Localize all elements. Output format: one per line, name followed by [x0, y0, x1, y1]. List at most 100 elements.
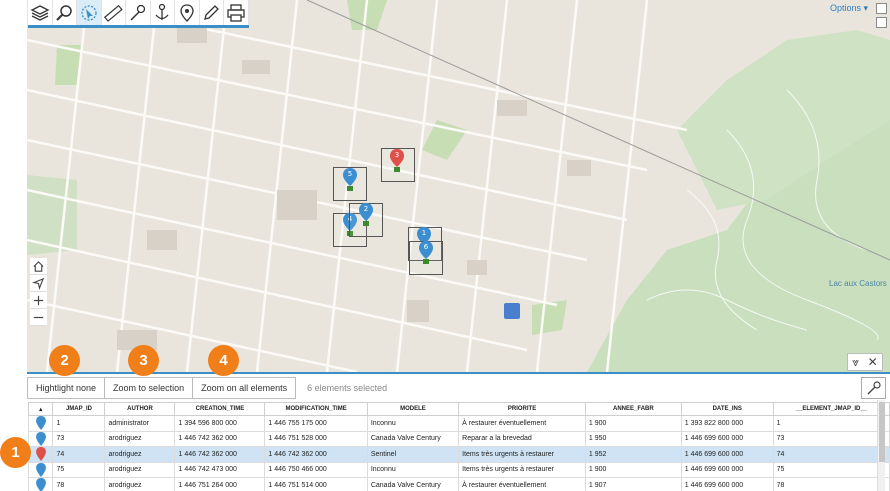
table-row[interactable]: 75 arodriguez 1 446 742 473 000 1 446 750 4… — [27, 461, 890, 478]
print-icon[interactable] — [224, 0, 249, 25]
table-cell: À restaurer éventuellement — [458, 477, 586, 491]
table-row[interactable]: 78 arodriguez 1 446 751 264 000 1 446 751 5… — [27, 477, 890, 491]
close-icon[interactable]: ✕ — [868, 355, 878, 369]
table-cell: 75 — [52, 461, 106, 478]
table-cell: Canada Valve Century — [366, 430, 460, 447]
marker-label: 2 — [363, 205, 369, 213]
col-author[interactable]: AUTHOR — [104, 402, 176, 416]
hydrant-marker-6[interactable]: 6 — [419, 241, 433, 265]
highlight-none-button[interactable]: Hightlight none — [27, 377, 106, 399]
selection-count: 6 elements selected — [307, 383, 388, 393]
table-cell: 1 446 751 264 000 — [174, 477, 266, 491]
marker-label: 6 — [423, 243, 429, 251]
col-annee-fabr[interactable]: ANNEE_FABR — [584, 402, 682, 416]
expand-icon[interactable] — [876, 3, 887, 14]
table-cell: 1 900 — [584, 415, 682, 432]
collapse-icon[interactable] — [876, 17, 887, 28]
col-creation-time[interactable]: CREATION_TIME — [174, 402, 266, 416]
table-cell: arodriguez — [104, 446, 176, 463]
table-cell: 1 446 699 600 000 — [680, 430, 774, 447]
table-cell: 78 — [52, 477, 106, 491]
layers-icon[interactable] — [28, 0, 53, 25]
table-scrollbar[interactable] — [877, 400, 885, 491]
col-date-ins[interactable]: DATE_INS — [680, 402, 774, 416]
table-cell: 1 446 751 514 000 — [264, 477, 368, 491]
locate-icon[interactable] — [30, 275, 47, 292]
table-cell: 1 393 822 800 000 — [680, 415, 774, 432]
table-row[interactable]: 1 administrator 1 394 596 800 000 1 446 755… — [27, 415, 890, 432]
table-cell: 1 446 699 600 000 — [680, 477, 774, 491]
row-marker-icon — [27, 446, 54, 463]
zoom-to-selection-button[interactable]: Zoom to selection — [104, 377, 194, 399]
table-cell: 1 — [52, 415, 106, 432]
row-marker-icon — [27, 477, 54, 491]
marker-label: 3 — [394, 151, 400, 159]
select-icon[interactable] — [77, 0, 102, 25]
search-icon[interactable] — [53, 0, 77, 25]
table-cell: 78 — [772, 477, 890, 491]
home-icon[interactable] — [30, 258, 47, 275]
table-cell: Items très urgents à restaurer — [458, 446, 586, 463]
table-cell: Inconnu — [366, 415, 460, 432]
sort-icon[interactable]: ▴ — [27, 402, 54, 416]
location-icon[interactable] — [175, 0, 200, 25]
map-basemap — [27, 0, 890, 372]
table-cell: 1 446 755 175 000 — [264, 415, 368, 432]
zoom-in-icon[interactable] — [30, 292, 47, 309]
table-cell: arodriguez — [104, 461, 176, 478]
measure-icon[interactable] — [102, 0, 126, 25]
marker-label: 5 — [347, 170, 353, 178]
table-cell: 1 446 742 362 000 — [174, 430, 266, 447]
col-modification-time[interactable]: MODIFICATION_TIME — [264, 402, 368, 416]
row-marker-icon — [27, 461, 54, 478]
anchor-icon[interactable] — [151, 0, 175, 25]
table-cell: 73 — [52, 430, 106, 447]
poi-icon[interactable] — [504, 303, 520, 319]
table-cell: 1 900 — [584, 461, 682, 478]
zoom-all-button[interactable]: Zoom on all elements — [192, 377, 297, 399]
row-marker-icon — [27, 415, 54, 432]
table-cell: 74 — [772, 446, 890, 463]
hydrant-marker-3[interactable]: 3 — [390, 149, 404, 173]
callout-2: 2 — [49, 345, 80, 376]
options-menu[interactable]: Options ▾ — [830, 3, 868, 14]
pick-icon[interactable] — [126, 0, 151, 25]
attribute-table: ▴ JMAP_ID AUTHOR CREATION_TIME MODIFICAT… — [27, 402, 890, 491]
table-cell: 1 446 742 473 000 — [174, 461, 266, 478]
table-cell: Canada Valve Century — [366, 477, 460, 491]
table-cell: 1 446 742 362 000 — [174, 446, 266, 463]
table-cell: Items très urgents à restaurer — [458, 461, 586, 478]
pick-tool-icon[interactable] — [861, 377, 886, 399]
zoom-out-icon[interactable] — [30, 309, 47, 326]
hydrant-marker-2[interactable]: 2 — [359, 203, 373, 227]
col-jmap-id[interactable]: JMAP_ID — [52, 402, 106, 416]
table-row[interactable]: 73 arodriguez 1 446 742 362 000 1 446 751 5… — [27, 430, 890, 447]
table-cell: 1 950 — [584, 430, 682, 447]
col-modele[interactable]: MODELE — [366, 402, 460, 416]
map-toolbar — [28, 0, 249, 28]
map-navigation — [30, 258, 47, 326]
table-row[interactable]: 74 arodriguez 1 446 742 362 000 1 446 742 3… — [27, 446, 890, 463]
row-marker-icon — [27, 430, 54, 447]
map-view[interactable]: 5 3 4 2 1 6 Lac aux Castors Options ▾ ⩔ … — [27, 0, 890, 372]
minimize-icon[interactable]: ⩔ — [852, 355, 859, 370]
table-cell: 1 394 596 800 000 — [174, 415, 266, 432]
callout-3: 3 — [128, 345, 159, 376]
table-cell: 74 — [52, 446, 106, 463]
left-margin — [0, 0, 27, 491]
table-cell: 1 446 742 362 000 — [264, 446, 368, 463]
table-cell: arodriguez — [104, 477, 176, 491]
col-priorite[interactable]: PRIORITE — [458, 402, 586, 416]
table-cell: 1 — [772, 415, 890, 432]
lake-label: Lac aux Castors — [829, 279, 887, 288]
scroll-thumb[interactable] — [879, 402, 885, 462]
table-cell: arodriguez — [104, 430, 176, 447]
table-cell: Reparar a la brevedad — [458, 430, 586, 447]
edit-icon[interactable] — [200, 0, 224, 25]
panel-actions: Hightlight none Zoom to selection Zoom o… — [27, 377, 387, 399]
table-cell: 1 446 751 528 000 — [264, 430, 368, 447]
hydrant-marker-5[interactable]: 5 — [343, 168, 357, 192]
table-cell: 1 446 699 600 000 — [680, 446, 774, 463]
col-element-jmap-id[interactable]: __ELEMENT_JMAP_ID__ — [772, 402, 890, 416]
panel-controls: ⩔ ✕ — [847, 353, 883, 371]
